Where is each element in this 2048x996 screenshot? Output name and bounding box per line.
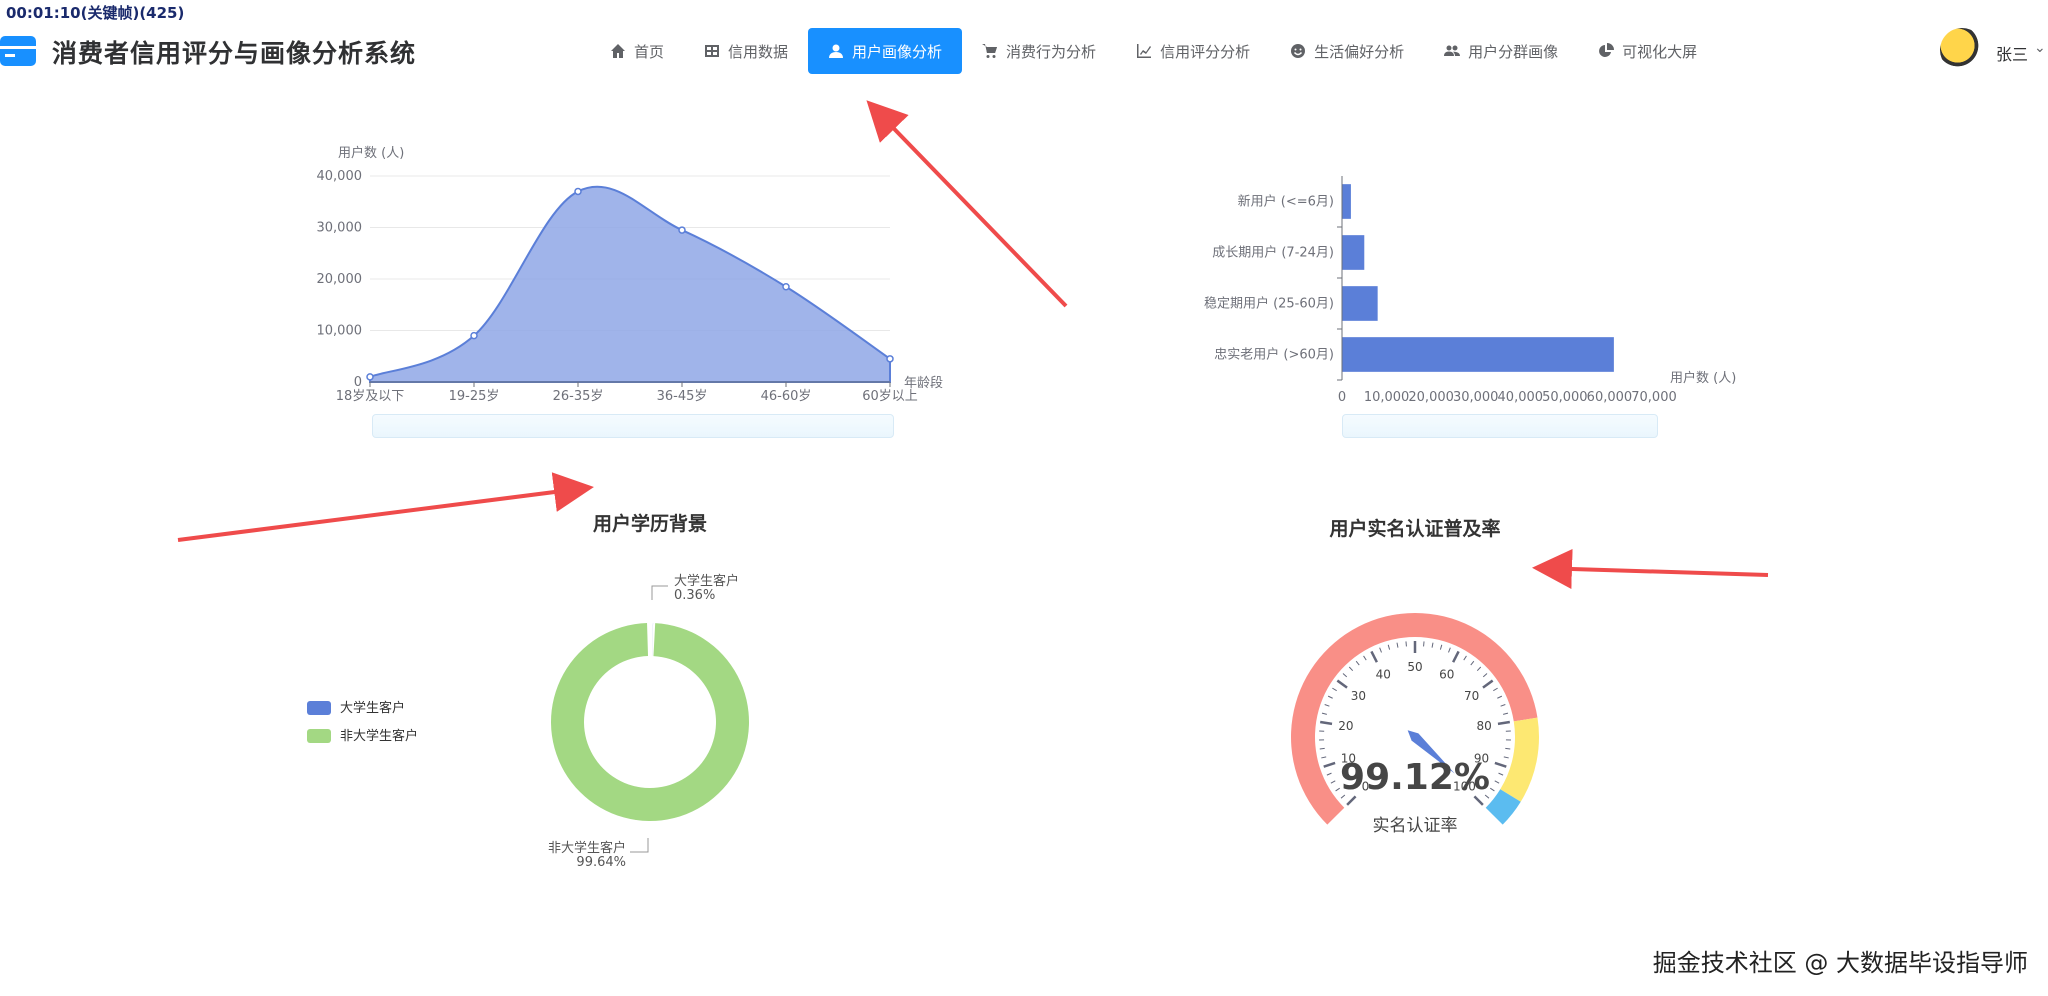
annotation-arrow	[1532, 548, 1769, 589]
annotation-arrow	[177, 472, 594, 542]
annotation-arrows	[177, 100, 1769, 589]
annotation-arrow	[866, 100, 1068, 308]
watermark: 掘金技术社区 @ 大数据毕设指导师	[1652, 949, 2028, 977]
